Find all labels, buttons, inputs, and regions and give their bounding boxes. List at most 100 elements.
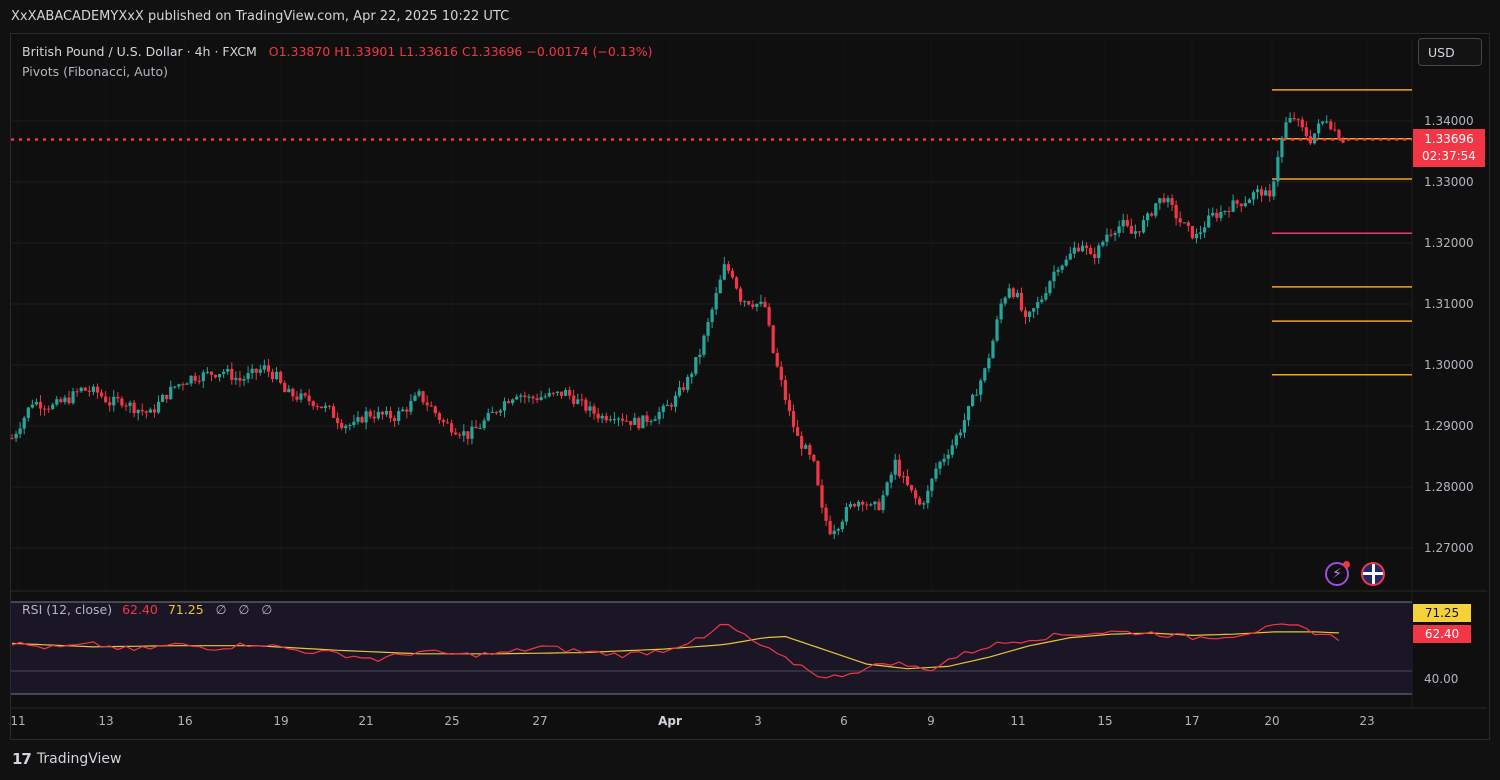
rsi-ma-value: 71.25 <box>167 602 204 617</box>
price-chart[interactable]: 1.27000 1.28000 1.29000 1.30000 1.31000 1.320… <box>0 0 1500 780</box>
time-tick-label: 6 <box>840 714 848 728</box>
candle-body <box>26 407 30 418</box>
candle-body <box>222 371 226 375</box>
candle-body <box>1259 189 1264 196</box>
candle-body <box>1141 220 1146 233</box>
candle-body <box>279 371 283 383</box>
candle-body <box>185 383 189 385</box>
candle-body <box>816 461 820 486</box>
candle-body <box>258 369 262 373</box>
candle-body <box>409 400 413 412</box>
candle-body <box>59 399 63 402</box>
candle-body <box>1288 117 1292 123</box>
rsi-legend[interactable]: RSI (12, close) 62.40 71.25 ∅ ∅ ∅ <box>22 602 272 617</box>
candle-body <box>812 454 816 462</box>
candle-body <box>22 417 26 429</box>
rsi-ma-tag: 71.25 <box>1413 604 1471 622</box>
time-tick-label: 9 <box>927 714 935 728</box>
candle-body <box>161 394 165 402</box>
candle-body <box>441 419 446 423</box>
candle-body <box>869 504 873 506</box>
candle-body <box>1137 231 1142 233</box>
candle-body <box>918 498 922 505</box>
candle-body <box>295 396 299 400</box>
candle-body <box>787 400 792 412</box>
candle-body <box>604 415 608 421</box>
candle-body <box>1333 129 1337 131</box>
candle-body <box>490 411 494 413</box>
candle-body <box>173 386 177 388</box>
candle-body <box>800 435 804 449</box>
candle-body <box>87 390 91 392</box>
candle-body <box>523 395 527 397</box>
candle-body <box>205 371 209 373</box>
candle-body <box>629 421 633 425</box>
candle-body <box>18 428 22 434</box>
candle-body <box>677 387 682 396</box>
candle-body <box>1231 200 1235 212</box>
candle-body <box>262 365 266 370</box>
rsi-extra-2: ∅ <box>238 602 250 617</box>
candle-body <box>1113 233 1117 235</box>
candle-body <box>226 368 230 372</box>
candle-body <box>832 530 836 535</box>
candle-body <box>751 304 755 307</box>
currency-button[interactable]: USD <box>1418 38 1482 66</box>
candle-body <box>177 384 181 387</box>
price-tick-label: 1.29000 <box>1424 419 1474 433</box>
uk-flag-icon[interactable] <box>1361 562 1385 586</box>
ohlc-open: O1.33870 <box>268 44 331 59</box>
candle-body <box>1036 302 1040 309</box>
candle-body <box>877 501 881 511</box>
rsi-extra-3: ∅ <box>261 602 273 617</box>
candle-body <box>376 411 380 419</box>
candle-body <box>1276 157 1280 182</box>
candle-body <box>433 406 437 414</box>
lightning-icon[interactable]: ⚡ <box>1325 561 1350 586</box>
candle-body <box>519 395 523 397</box>
candle-body <box>238 377 242 381</box>
candle-body <box>942 458 946 462</box>
candle-body <box>1109 234 1113 236</box>
candle-body <box>1284 122 1288 138</box>
candle-body <box>132 402 136 414</box>
candle-body <box>1125 219 1129 226</box>
candle-body <box>55 399 59 405</box>
candle-body <box>1337 129 1341 140</box>
candle-body <box>1268 190 1272 197</box>
candle-body <box>653 419 657 422</box>
candle-body <box>1019 292 1024 311</box>
candle-body <box>600 415 604 419</box>
candle-body <box>311 401 315 407</box>
candle-body <box>104 396 108 403</box>
candle-body <box>274 371 279 380</box>
candle-body <box>783 380 787 401</box>
candle-body <box>954 435 958 446</box>
candle-body <box>1146 213 1150 221</box>
symbol-legend[interactable]: British Pound / U.S. Dollar · 4h · FXCM … <box>22 44 652 59</box>
time-tick-label: 11 <box>1010 714 1025 728</box>
candle-body <box>999 303 1003 320</box>
candle-body <box>474 426 478 429</box>
candle-body <box>266 365 271 372</box>
candle-body <box>702 335 706 355</box>
price-tick-label: 1.30000 <box>1424 358 1474 372</box>
candle-body <box>1162 198 1166 203</box>
candle-body <box>893 459 897 475</box>
candle-body <box>287 388 291 393</box>
indicator-legend[interactable]: Pivots (Fibonacci, Auto) <box>22 64 168 79</box>
candle-body <box>1239 203 1243 207</box>
candle-body <box>95 386 100 393</box>
candle-body <box>1219 211 1223 218</box>
candle-body <box>885 482 889 496</box>
candle-body <box>116 396 120 399</box>
candle-body <box>572 395 576 404</box>
candle-body <box>254 368 258 373</box>
candle-body <box>710 309 714 323</box>
time-tick-label: 13 <box>98 714 113 728</box>
candle-body <box>498 410 503 413</box>
candle-body <box>494 411 498 413</box>
candle-body <box>250 368 254 374</box>
candle-body <box>1023 310 1028 317</box>
tradingview-branding[interactable]: 17 TradingView <box>12 750 121 768</box>
